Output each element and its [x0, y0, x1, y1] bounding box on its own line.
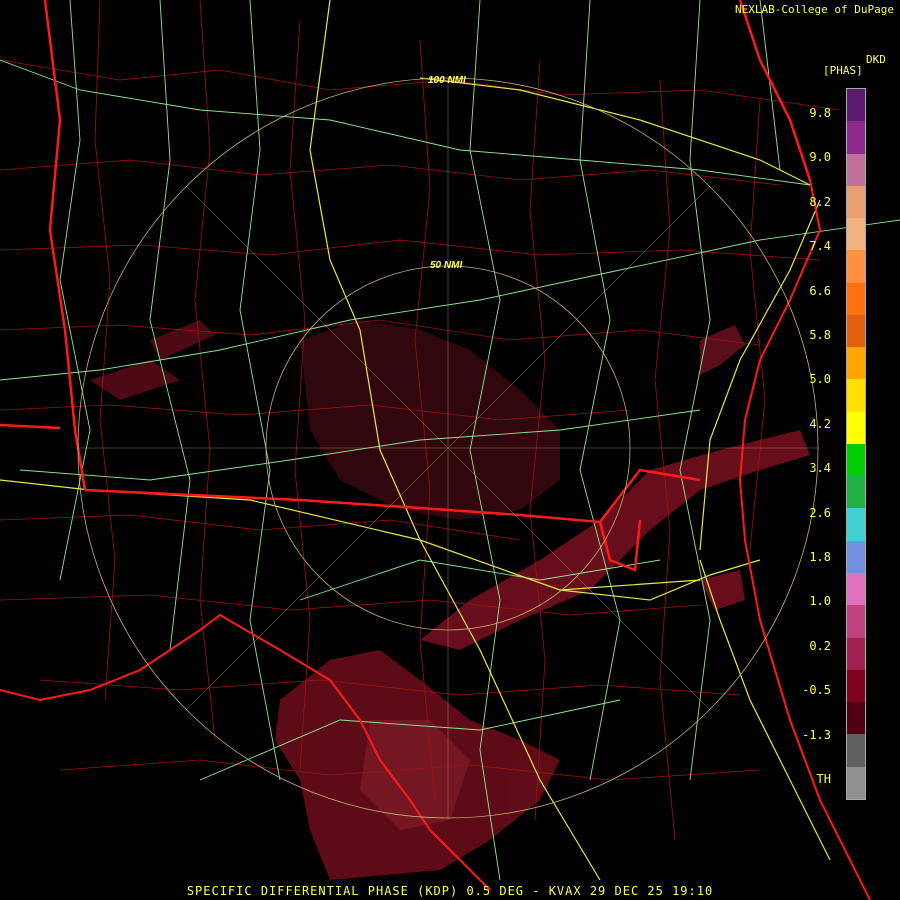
tick-label: 0.2: [809, 638, 831, 653]
color-scale-segment: [847, 218, 865, 251]
color-scale-segment: [847, 669, 865, 703]
color-scale-segment: [847, 185, 865, 219]
tick-label: 3.4: [809, 461, 831, 476]
tick-label: 1.0: [809, 594, 831, 609]
color-scale-segment: [847, 314, 865, 348]
color-scale-segment: [847, 508, 865, 541]
tick-label: -1.3: [802, 727, 831, 742]
color-scale-segment: [847, 734, 865, 767]
tick-label: 6.6: [809, 283, 831, 298]
color-scale-segment: [847, 476, 865, 509]
tick-label: 7.4: [809, 239, 831, 254]
tick-label: 1.8: [809, 550, 831, 564]
color-scale-segment: [847, 572, 865, 606]
tick-label: 5.0: [809, 372, 831, 387]
color-scale-segment: [847, 637, 865, 670]
color-scale-bar: [846, 88, 866, 800]
tick-label: -0.5: [802, 683, 831, 698]
color-scale-segment: [847, 282, 865, 315]
color-scale-segment: [847, 443, 865, 477]
tick-label: 8.2: [809, 194, 831, 209]
tick-label: 9.8: [809, 106, 831, 120]
radial-lines: [78, 78, 818, 818]
color-scale-segment: [847, 347, 865, 380]
ring-label-100: 100 NMI: [428, 75, 466, 86]
color-scale-segment: [847, 766, 865, 799]
ring-label-50: 50 NMI: [430, 260, 462, 271]
color-scale-segment: [847, 153, 865, 186]
color-scale-segment: [847, 250, 865, 283]
color-scale-segment: [847, 121, 865, 154]
product-caption: SPECIFIC DIFFERENTIAL PHASE (KDP) 0.5 DE…: [186, 884, 714, 898]
color-scale-segment: [847, 411, 865, 444]
tick-label: 5.8: [809, 328, 831, 342]
color-scale-segment: [847, 540, 865, 573]
radar-map: 100 NMI 50 NMI: [0, 0, 900, 900]
tick-label: 9.0: [809, 150, 831, 165]
color-scale-segment: [847, 379, 865, 412]
color-scale-segment: [847, 89, 865, 122]
color-scale-segment: [847, 702, 865, 735]
tick-label: 2.6: [809, 505, 831, 520]
color-scale-segment: [847, 605, 865, 638]
tick-label: 4.2: [809, 416, 831, 431]
credit-label: NEXLAB-College of DuPage: [735, 3, 894, 16]
product-code: DKD: [866, 53, 886, 66]
unit-label: [PHAS]: [823, 64, 863, 77]
tick-label: TH: [816, 772, 831, 786]
